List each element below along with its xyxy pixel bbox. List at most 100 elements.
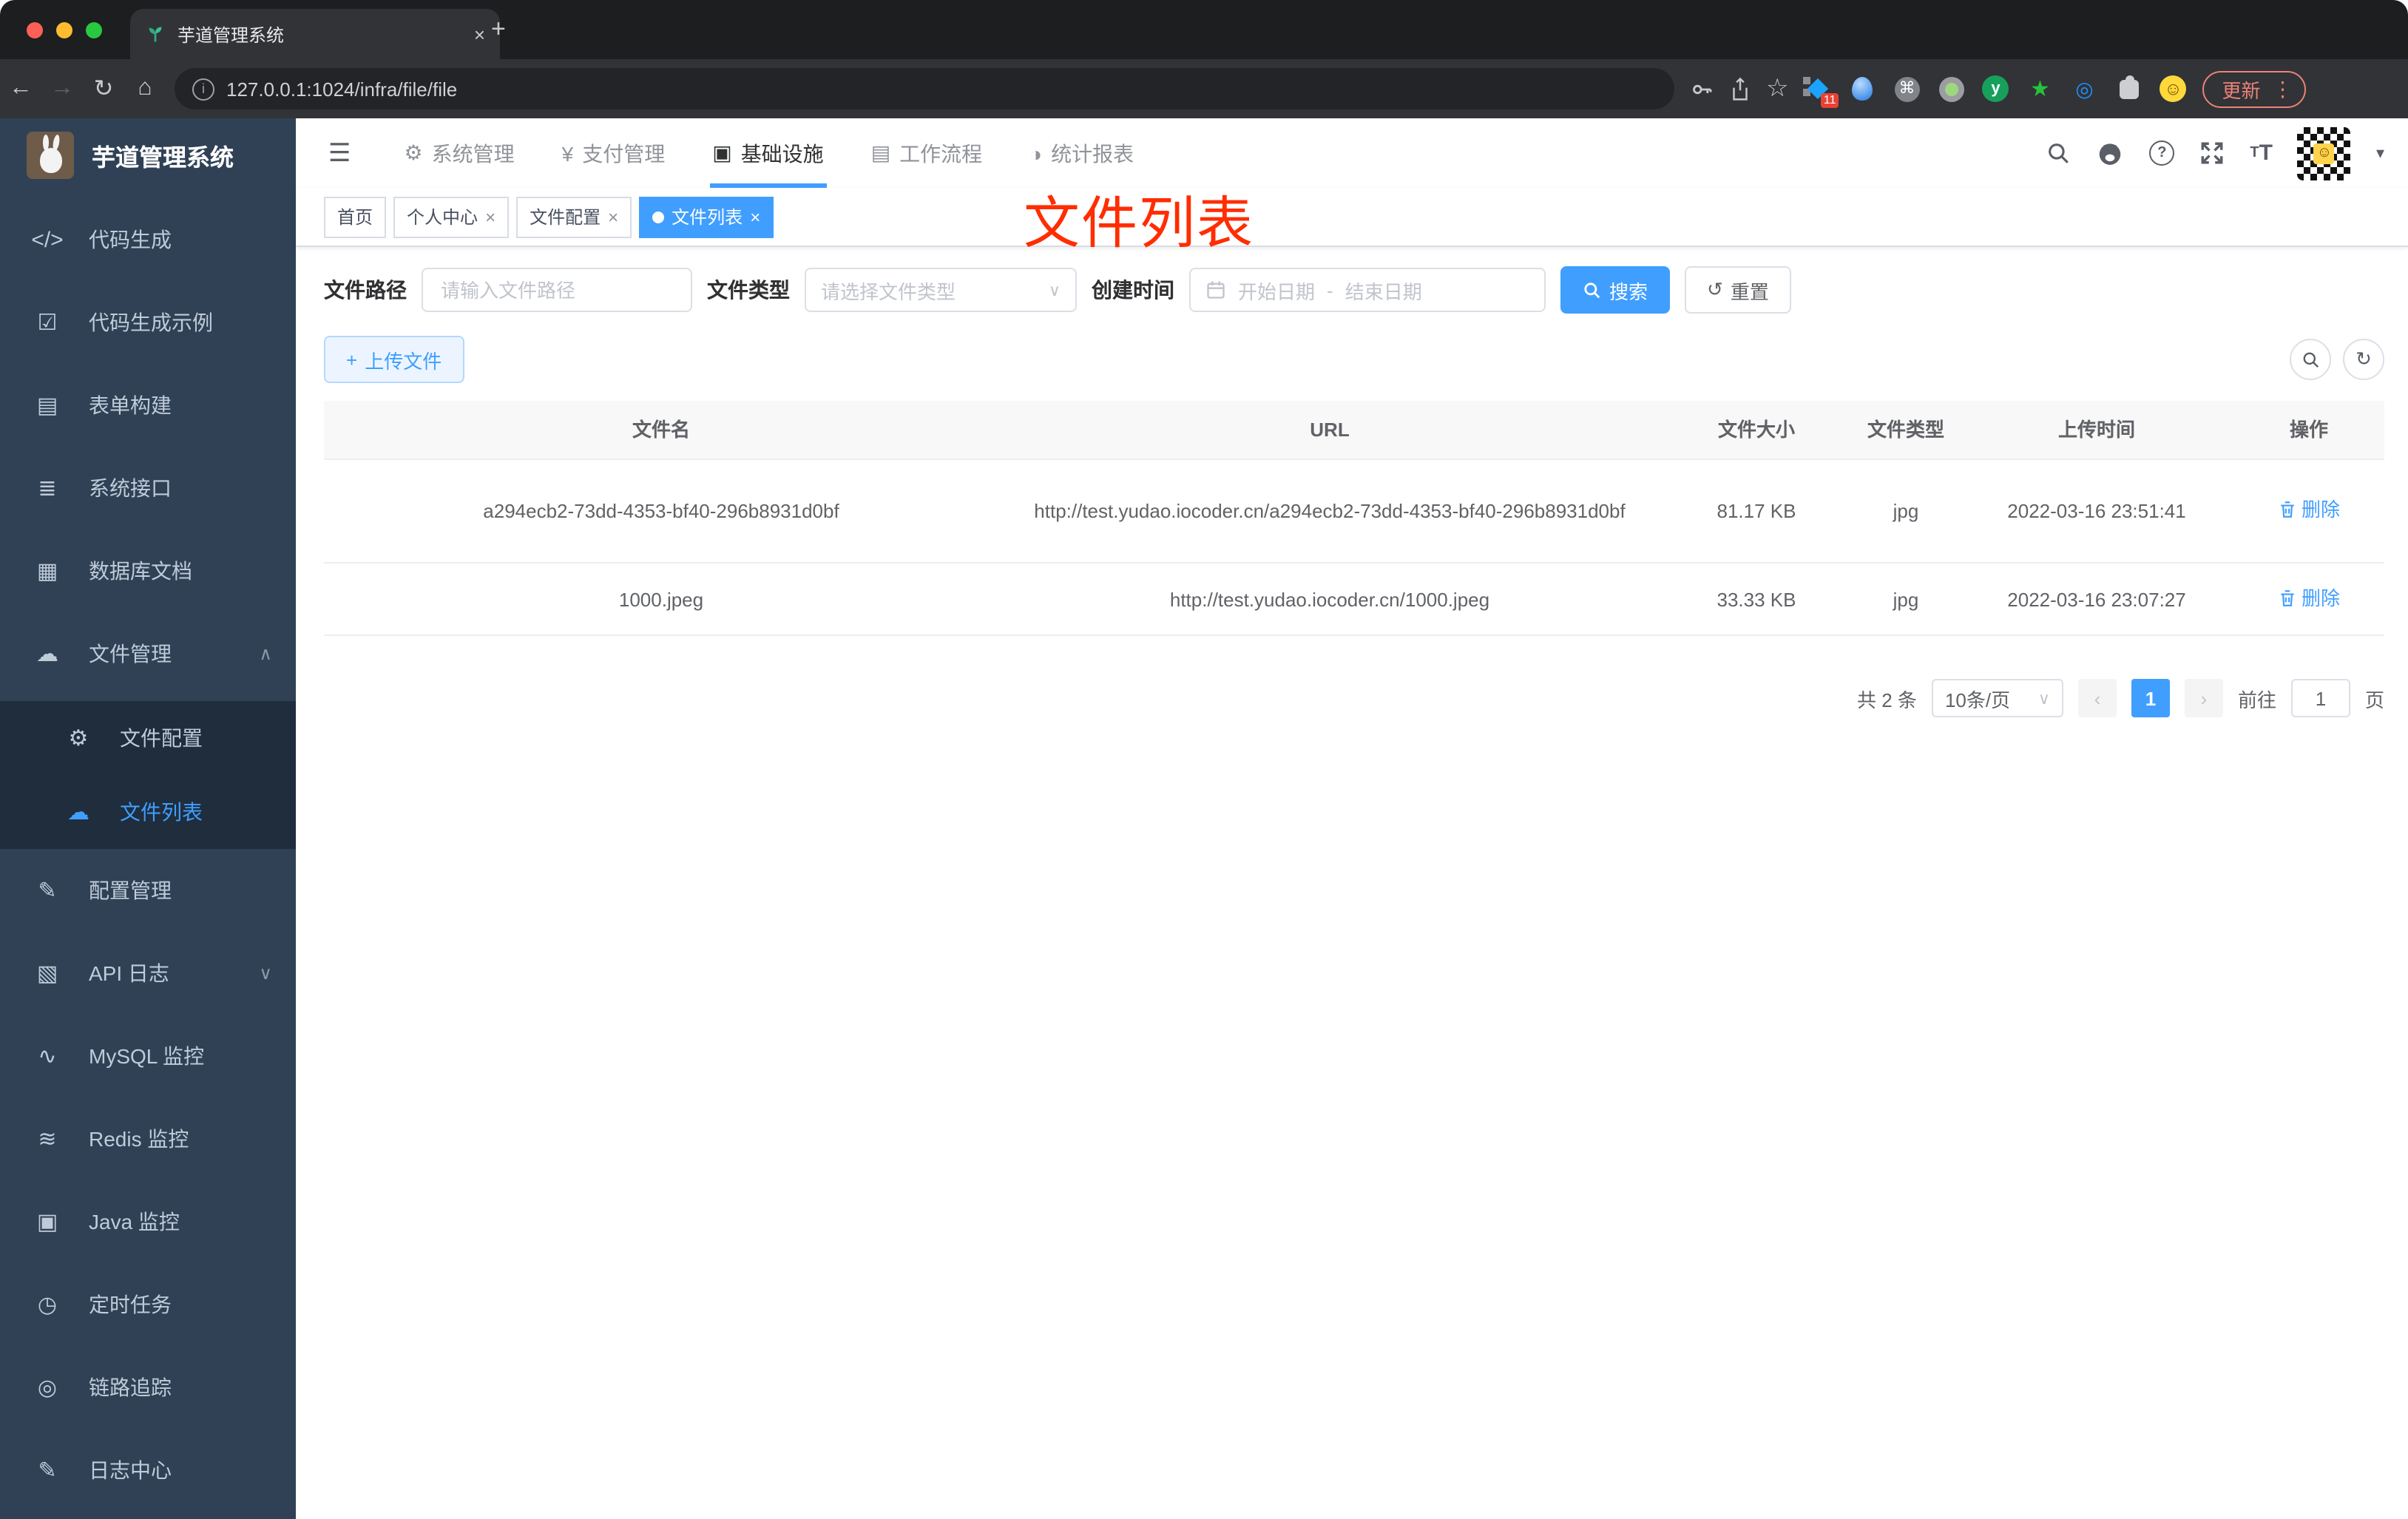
- extension-eye-icon[interactable]: ◎: [2070, 74, 2100, 104]
- table-row[interactable]: 1000.jpeg http://test.yudao.iocoder.cn/1…: [324, 564, 2384, 636]
- current-page-button[interactable]: 1: [2131, 679, 2170, 717]
- back-icon[interactable]: ←: [0, 75, 41, 102]
- delete-button[interactable]: 删除: [2278, 494, 2340, 525]
- browser-update-button[interactable]: 更新 ⋮: [2202, 70, 2307, 107]
- filter-form: 文件路径 文件类型 请选择文件类型 ∨ 创建时间 开始日期 - 结束日期 搜索: [324, 266, 2384, 314]
- fullscreen-icon[interactable]: [2199, 141, 2225, 166]
- extension-balloon-icon[interactable]: [1848, 74, 1878, 104]
- window-close-button[interactable]: [27, 22, 43, 38]
- extension-green-dot-icon[interactable]: [1937, 74, 1966, 104]
- home-icon[interactable]: ⌂: [124, 75, 166, 102]
- nav-item-system[interactable]: ⚙ 系统管理: [387, 118, 532, 188]
- avatar-caret-down-icon[interactable]: ▾: [2376, 143, 2384, 163]
- menu-dots-icon[interactable]: ⋮: [2273, 76, 2293, 101]
- sidebar-submenu-file: ⚙ 文件配置 ☁ 文件列表: [0, 701, 296, 849]
- help-icon[interactable]: ?: [2149, 141, 2175, 166]
- sidebar-item-form-builder[interactable]: ▤ 表单构建: [0, 364, 296, 447]
- avatar-qr-image[interactable]: [2297, 126, 2351, 180]
- password-key-icon[interactable]: [1689, 76, 1714, 101]
- upload-file-button[interactable]: + 上传文件: [324, 336, 464, 383]
- chevron-down-icon: ∨: [1048, 282, 1061, 300]
- close-icon[interactable]: ×: [750, 206, 760, 227]
- sidebar-item-trace[interactable]: ◎ 链路追踪: [0, 1346, 296, 1429]
- new-tab-button[interactable]: +: [491, 15, 506, 44]
- extension-grid-icon[interactable]: 11: [1803, 74, 1839, 108]
- browser-tabstrip: 芋道管理系统 × +: [0, 0, 2408, 59]
- prev-page-button[interactable]: ‹: [2077, 679, 2117, 717]
- tag-label: 文件配置: [530, 207, 601, 228]
- tag-home[interactable]: 首页: [324, 196, 387, 237]
- tag-profile[interactable]: 个人中心 ×: [393, 196, 510, 237]
- share-icon[interactable]: [1729, 76, 1751, 101]
- nav-item-workflow[interactable]: ▤ 工作流程: [853, 118, 1000, 188]
- tab-close-icon[interactable]: ×: [474, 23, 485, 45]
- log-center-icon: ✎: [38, 1458, 57, 1484]
- browser-tab[interactable]: 芋道管理系统 ×: [130, 9, 500, 59]
- window-minimize-button[interactable]: [56, 22, 72, 38]
- extension-star-icon[interactable]: ★: [2026, 74, 2055, 104]
- briefcase-icon: ▤: [870, 141, 891, 164]
- sidebar-item-mysql-monitor[interactable]: ∿ MySQL 监控: [0, 1015, 296, 1097]
- site-info-icon[interactable]: i: [192, 78, 214, 100]
- sidebar-item-label: 文件管理: [89, 642, 172, 666]
- profile-avatar-emoji[interactable]: ☺: [2159, 74, 2188, 104]
- window-controls[interactable]: [27, 22, 102, 38]
- sidebar-item-db-doc[interactable]: ▦ 数据库文档: [0, 530, 296, 612]
- table-row[interactable]: a294ecb2-73dd-4353-bf40-296b8931d0bf htt…: [324, 460, 2384, 564]
- font-size-icon[interactable]: TT: [2250, 141, 2273, 166]
- sidebar-menu: </> 代码生成 ☑ 代码生成示例 ▤ 表单构建 ≣ 系统接口 ▦ 数据库文档 ☁ 文件管理…: [0, 198, 296, 1512]
- reload-icon[interactable]: ↻: [83, 74, 124, 104]
- sidebar-item-code-generation[interactable]: </> 代码生成: [0, 198, 296, 281]
- page-size-select[interactable]: 10条/页 ∨: [1931, 679, 2063, 717]
- sidebar-item-code-example[interactable]: ☑ 代码生成示例: [0, 281, 296, 364]
- sidebar-item-scheduled-tasks[interactable]: ◷ 定时任务: [0, 1263, 296, 1346]
- sidebar-item-log-center[interactable]: ✎ 日志中心: [0, 1429, 296, 1512]
- toggle-search-button[interactable]: [2290, 339, 2331, 380]
- close-icon[interactable]: ×: [485, 206, 496, 227]
- close-icon[interactable]: ×: [608, 206, 618, 227]
- sidebar-item-api-log[interactable]: ▧ API 日志 ∨: [0, 932, 296, 1015]
- tag-file-list[interactable]: 文件列表 ×: [639, 196, 774, 237]
- reset-button[interactable]: ↺ 重置: [1685, 266, 1791, 314]
- forward-icon[interactable]: →: [41, 75, 83, 102]
- file-type-select[interactable]: 请选择文件类型 ∨: [805, 268, 1077, 312]
- url-text[interactable]: 127.0.0.1:1024/infra/file/file: [226, 78, 457, 100]
- nav-item-infrastructure[interactable]: ▣ 基础设施: [694, 118, 841, 188]
- sidebar-item-redis-monitor[interactable]: ≋ Redis 监控: [0, 1097, 296, 1180]
- refresh-table-button[interactable]: ↻: [2343, 339, 2384, 380]
- sidebar-item-file-list[interactable]: ☁ 文件列表: [0, 775, 296, 849]
- file-path-input[interactable]: [438, 277, 676, 302]
- window-zoom-button[interactable]: [86, 22, 102, 38]
- sidebar-item-config-management[interactable]: ✎ 配置管理: [0, 849, 296, 932]
- sidebar-item-file-management[interactable]: ☁ 文件管理 ∧: [0, 612, 296, 695]
- search-button[interactable]: 搜索: [1560, 266, 1671, 314]
- date-range-picker[interactable]: 开始日期 - 结束日期: [1189, 268, 1546, 312]
- smile-glyph: ☺: [2160, 75, 2187, 102]
- goto-page-input[interactable]: [2290, 679, 2350, 717]
- col-header-filename: 文件名: [632, 419, 690, 441]
- extensions-puzzle-icon[interactable]: [2114, 74, 2144, 104]
- date-end-placeholder[interactable]: 结束日期: [1345, 276, 1422, 304]
- tag-file-config[interactable]: 文件配置 ×: [516, 196, 632, 237]
- sidebar-item-system-api[interactable]: ≣ 系统接口: [0, 447, 296, 530]
- table-mini-actions: ↻: [2290, 339, 2384, 380]
- sidebar-item-label: 数据库文档: [89, 559, 192, 583]
- delete-button[interactable]: 删除: [2278, 582, 2340, 613]
- sidebar-item-java-monitor[interactable]: ▣ Java 监控: [0, 1180, 296, 1263]
- extension-command-icon[interactable]: ⌘: [1893, 74, 1922, 104]
- file-type-label: 文件类型: [707, 278, 790, 302]
- collapse-sidebar-icon[interactable]: ☰: [314, 138, 366, 168]
- search-icon: [1584, 282, 1600, 298]
- sidebar-item-file-config[interactable]: ⚙ 文件配置: [0, 701, 296, 775]
- next-page-button[interactable]: ›: [2184, 679, 2223, 717]
- nav-item-payment[interactable]: ¥ 支付管理: [544, 118, 683, 188]
- logo-rabbit-image: [27, 132, 74, 179]
- app-logo-row[interactable]: 芋道管理系统: [0, 118, 296, 192]
- extension-y-icon[interactable]: y: [1981, 74, 2011, 104]
- url-bar[interactable]: i 127.0.0.1:1024/infra/file/file: [175, 68, 1674, 109]
- bookmark-star-icon[interactable]: ☆: [1766, 74, 1789, 104]
- date-start-placeholder[interactable]: 开始日期: [1238, 276, 1315, 304]
- github-icon[interactable]: [2096, 139, 2124, 167]
- chevron-down-icon: ∨: [259, 963, 272, 984]
- search-icon[interactable]: [2046, 141, 2071, 166]
